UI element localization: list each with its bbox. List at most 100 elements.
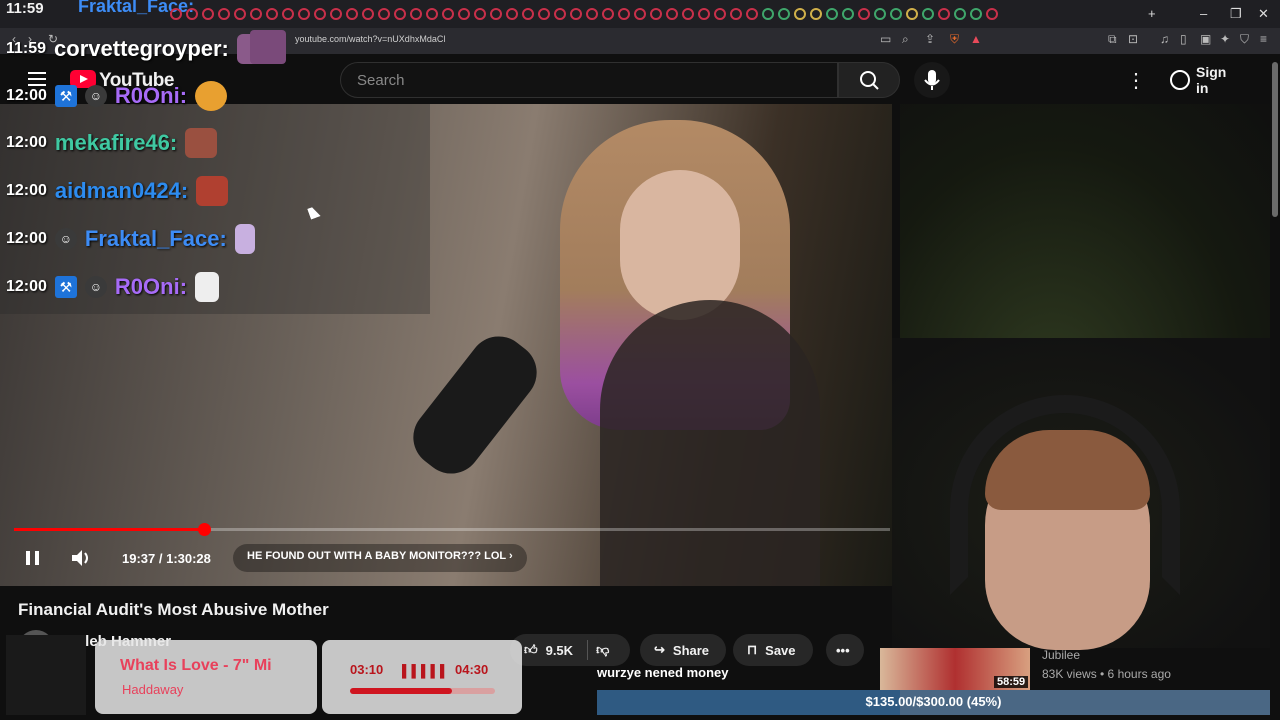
tab[interactable]: [362, 8, 374, 20]
more-icon: •••: [836, 642, 850, 658]
volume-button[interactable]: [70, 547, 94, 575]
minimize-icon[interactable]: –: [1200, 6, 1207, 21]
scrollbar-thumb[interactable]: [1272, 62, 1278, 217]
tab[interactable]: [410, 8, 422, 20]
maximize-icon[interactable]: ❐: [1230, 6, 1242, 22]
tab[interactable]: [778, 8, 790, 20]
leo-icon[interactable]: ✦: [1220, 32, 1230, 46]
new-tab-icon[interactable]: +: [1148, 6, 1156, 21]
tab[interactable]: [554, 8, 566, 20]
voice-search-button[interactable]: [914, 62, 950, 98]
tab[interactable]: [298, 8, 310, 20]
media-icon[interactable]: ♫: [1160, 32, 1169, 46]
pause-icon: [26, 551, 39, 565]
hammer-badge-icon: ⚒: [54, 276, 77, 298]
tab[interactable]: [650, 8, 662, 20]
tab[interactable]: [330, 8, 342, 20]
brave-shield-icon[interactable]: ⛨: [950, 32, 959, 47]
like-button[interactable]: 👍︎ 9.5K 👎︎: [510, 634, 630, 666]
tab[interactable]: [458, 8, 470, 20]
tab[interactable]: [234, 8, 246, 20]
url-text[interactable]: youtube.com/watch?v=nUXdhxMdaCl: [295, 34, 445, 44]
tab[interactable]: [570, 8, 582, 20]
microphone-icon: [924, 70, 940, 90]
more-actions-button[interactable]: •••: [826, 634, 864, 666]
tab[interactable]: [170, 8, 182, 20]
save-button[interactable]: ⊓ Save: [733, 634, 813, 666]
tab[interactable]: [826, 8, 838, 20]
tab[interactable]: [858, 8, 870, 20]
recommended-channel[interactable]: Jubilee: [1042, 648, 1080, 662]
tab[interactable]: [426, 8, 438, 20]
tab[interactable]: [282, 8, 294, 20]
chapter-button[interactable]: HE FOUND OUT WITH A BABY MONITOR??? LOL …: [233, 544, 527, 572]
sign-in-button[interactable]: Sign in: [1160, 63, 1252, 97]
tab[interactable]: [746, 8, 758, 20]
video-scrubber[interactable]: [197, 523, 211, 536]
tab[interactable]: [954, 8, 966, 20]
tab[interactable]: [666, 8, 678, 20]
tab[interactable]: [586, 8, 598, 20]
tab[interactable]: [442, 8, 454, 20]
screenshot-icon[interactable]: ⊡: [1128, 32, 1138, 46]
cast-icon[interactable]: ▭: [880, 32, 891, 46]
tab[interactable]: [266, 8, 278, 20]
menu-icon[interactable]: ≡: [1260, 32, 1267, 46]
tab[interactable]: [698, 8, 710, 20]
tab[interactable]: [474, 8, 486, 20]
tab[interactable]: [346, 8, 358, 20]
tab[interactable]: [922, 8, 934, 20]
tab[interactable]: [810, 8, 822, 20]
chat-emote: [195, 272, 220, 302]
tab[interactable]: [762, 8, 774, 20]
chat-message: 12:00 ☺ Fraktal_Face:: [6, 221, 255, 257]
search-button[interactable]: [838, 62, 900, 98]
tab[interactable]: [490, 8, 502, 20]
tab[interactable]: [874, 8, 886, 20]
tab[interactable]: [714, 8, 726, 20]
rewards-icon[interactable]: ▲: [970, 32, 982, 46]
song-elapsed: 03:10: [350, 662, 384, 677]
tab[interactable]: [890, 8, 902, 20]
tab[interactable]: [186, 8, 198, 20]
tab[interactable]: [618, 8, 630, 20]
tab[interactable]: [250, 8, 262, 20]
tab[interactable]: [634, 8, 646, 20]
share-button[interactable]: ↪ Share: [640, 634, 726, 666]
tab[interactable]: [378, 8, 390, 20]
tab[interactable]: [682, 8, 694, 20]
zoom-icon[interactable]: ⌕: [902, 32, 909, 47]
extensions-icon[interactable]: ⧉: [1108, 32, 1117, 47]
thumbs-down-icon[interactable]: 👎︎: [596, 642, 609, 658]
tab[interactable]: [202, 8, 214, 20]
chat-time: 12:00: [6, 230, 47, 247]
tab[interactable]: [522, 8, 534, 20]
tab[interactable]: [842, 8, 854, 20]
sidebar-icon[interactable]: ▯: [1180, 32, 1187, 46]
settings-kebab-icon[interactable]: ⋮: [1126, 68, 1146, 93]
tab-strip[interactable]: [170, 8, 1130, 20]
tab[interactable]: [314, 8, 326, 20]
chat-message: 11:59 corvettegroyper:: [6, 31, 269, 67]
tab[interactable]: [730, 8, 742, 20]
close-icon[interactable]: ✕: [1258, 6, 1269, 22]
tab[interactable]: [394, 8, 406, 20]
search-input[interactable]: Search: [340, 62, 838, 98]
chapter-title: HE FOUND OUT WITH A BABY MONITOR??? LOL: [247, 550, 506, 562]
tab[interactable]: [794, 8, 806, 20]
wallet-icon[interactable]: ▣: [1200, 32, 1211, 46]
emote-badge-icon: ☺: [54, 228, 77, 250]
tab[interactable]: [538, 8, 550, 20]
vpn-icon[interactable]: ⛉: [1240, 32, 1249, 47]
pause-button[interactable]: [24, 547, 42, 575]
tab[interactable]: [938, 8, 950, 20]
chat-username: R0Oni:: [114, 83, 188, 108]
tab[interactable]: [970, 8, 982, 20]
tab[interactable]: [906, 8, 918, 20]
song-progress-fill: [350, 688, 453, 694]
tab[interactable]: [602, 8, 614, 20]
tab[interactable]: [218, 8, 230, 20]
tab[interactable]: [986, 8, 998, 20]
share-page-icon[interactable]: ⇪: [925, 32, 935, 46]
tab[interactable]: [506, 8, 518, 20]
